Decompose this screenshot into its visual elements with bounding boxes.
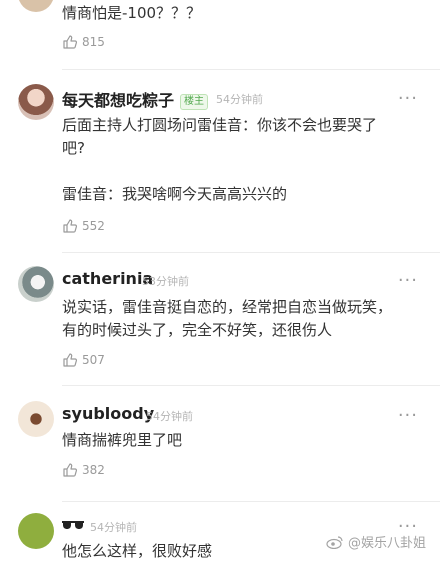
weibo-logo-icon [326,535,343,549]
username[interactable]: catherinia [62,269,153,288]
comment-3: syubloody 54分钟前 ··· 情商揣裤兜里了吧 382 [0,396,440,496]
avatar[interactable] [18,84,54,120]
thumbs-up-icon [63,463,78,477]
comment-2: catherinia 53分钟前 ··· 说实话，雷佳音挺自恋的，经常把自恋当做… [0,262,440,382]
like-button[interactable]: 552 [62,218,105,234]
avatar[interactable] [18,401,54,437]
thumbs-up-icon [63,219,78,233]
comment-text-line: 雷佳音：我哭啥啊今天高高兴兴的 [62,185,288,203]
timestamp: 54分钟前 [216,93,263,106]
comment-text-line: 后面主持人打圆场问雷佳音：你该不会也要哭了 [62,116,378,134]
avatar[interactable] [18,0,54,12]
like-count: 552 [82,219,105,233]
op-badge: 楼主 [180,94,209,110]
like-count: 382 [82,463,105,477]
divider [62,501,440,502]
thumbs-up-icon [63,353,78,367]
sunglasses-emoji-icon [62,521,84,529]
comment-text-line: 有的时候过头了，完全不好笑，还很伤人 [62,321,333,339]
timestamp: 53分钟前 [142,275,189,288]
more-options-button[interactable]: ··· [398,407,418,425]
watermark-text: @娱乐八卦姐 [347,536,426,551]
thumbs-up-icon [63,35,78,49]
comment-1: 每天都想吃粽子 楼主 54分钟前 ··· 后面主持人打圆场问雷佳音：你该不会也要哭… [0,80,440,250]
timestamp: 54分钟前 [146,410,193,423]
username-text[interactable]: 每天都想吃粽子 [62,91,174,110]
divider [62,385,440,386]
comment-text: 说实话，雷佳音挺自恋的，经常把自恋当做玩笑， 有的时候过头了，完全不好笑，还很伤… [62,296,420,342]
divider [62,252,440,253]
more-options-button[interactable]: ··· [398,90,418,108]
like-button[interactable]: 382 [62,462,105,478]
username[interactable] [62,516,84,535]
avatar[interactable] [18,513,54,549]
like-button[interactable]: 815 [62,34,105,50]
timestamp: 54分钟前 [90,521,137,534]
comment-text-line: 吧? [62,139,85,157]
more-options-button[interactable]: ··· [398,272,418,290]
username[interactable]: syubloody [62,404,154,423]
like-count: 815 [82,35,105,49]
like-button[interactable]: 507 [62,352,105,368]
like-count: 507 [82,353,105,367]
more-options-button[interactable]: ··· [398,518,418,536]
comment-text: 后面主持人打圆场问雷佳音：你该不会也要哭了 吧? 雷佳音：我哭啥啊今天高高兴兴的 [62,114,420,206]
username[interactable]: 每天都想吃粽子 楼主 [62,87,209,111]
avatar[interactable] [18,266,54,302]
comment-0: 情商怕是-100？？？ 815 [0,0,440,62]
comment-text-line: 说实话，雷佳音挺自恋的，经常把自恋当做玩笑， [62,298,393,316]
divider [62,69,440,70]
comment-text: 情商揣裤兜里了吧 [62,431,183,449]
comment-text: 情商怕是-100？？？ [62,4,202,22]
watermark: @娱乐八卦姐 [326,532,426,551]
